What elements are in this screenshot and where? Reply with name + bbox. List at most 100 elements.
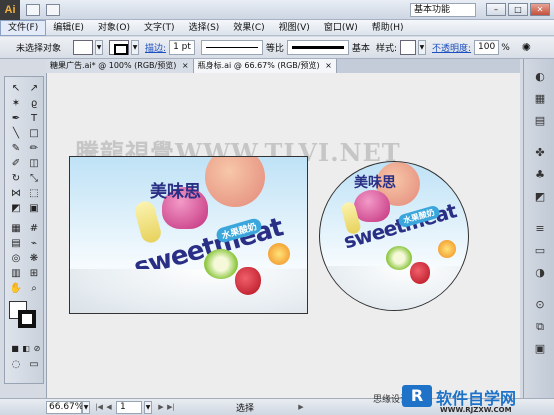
brush-definition[interactable]	[286, 40, 349, 55]
color-panel-icon[interactable]: ◐	[532, 69, 548, 85]
pencil-tool-icon[interactable]: ✏	[27, 143, 41, 155]
transparency-panel-icon[interactable]: ◑	[532, 265, 548, 281]
stroke-panel-link[interactable]: 描边:	[145, 41, 166, 54]
mesh-tool-icon[interactable]: #	[27, 223, 41, 235]
lasso-tool-icon[interactable]: ϱ	[27, 98, 41, 110]
artboard-dropdown[interactable]: ▼	[144, 400, 152, 414]
menu-select[interactable]: 选择(S)	[182, 20, 227, 36]
opacity-field[interactable]: 100	[474, 40, 500, 55]
last-artboard-button[interactable]: ▶|	[166, 401, 176, 413]
symbols-panel-icon[interactable]: ♣	[532, 167, 548, 183]
pen-tool-icon[interactable]: ✒	[9, 113, 23, 125]
hand-tool-icon[interactable]: ✋	[9, 283, 23, 295]
blob-brush-tool-icon[interactable]: ✐	[9, 158, 23, 170]
stroke-panel-icon[interactable]: ≡	[532, 221, 548, 237]
gradient-panel-icon[interactable]: ▭	[532, 243, 548, 259]
appearance-panel-icon[interactable]: ⊙	[532, 297, 548, 313]
swatches-panel-icon[interactable]: ▤	[532, 113, 548, 129]
zoom-tool-icon[interactable]: ⌕	[27, 283, 41, 295]
milk-splash-shape	[320, 266, 468, 310]
menu-effect[interactable]: 效果(C)	[226, 20, 271, 36]
artboard-canvas[interactable]: 騰龍視覺WWW.TLVI.NET 美味思 sweetmeat 水果酸奶 美味思 …	[46, 73, 520, 398]
stroke-dropdown[interactable]: ▼	[131, 40, 140, 55]
stroke-color-box[interactable]	[18, 310, 36, 328]
fill-swatch[interactable]	[73, 40, 94, 55]
style-dropdown[interactable]: ▼	[417, 40, 426, 55]
color-guide-icon[interactable]: ▦	[532, 91, 548, 107]
brand-chinese-name: 美味思	[354, 175, 396, 191]
scale-tool-icon[interactable]: ⤡	[27, 173, 41, 185]
graphic-style-swatch[interactable]	[399, 40, 416, 55]
control-bar: 未选择对象 ▼ ▼ 描边: 1 pt 等比 基本 样式: ▼ 不透明度: 100…	[0, 37, 554, 59]
circular-label-artwork[interactable]: 美味思 sweetmeat 水果酸奶	[319, 161, 469, 311]
variable-width-profile[interactable]	[200, 40, 263, 55]
menu-help[interactable]: 帮助(H)	[365, 20, 411, 36]
perspective-grid-tool-icon[interactable]: ▦	[9, 223, 23, 235]
tab-bottle-label[interactable]: 瓶身标.ai @ 66.67% (RGB/预览) ×	[193, 59, 337, 73]
artboard-tool-icon[interactable]: ⊞	[27, 268, 41, 280]
layers-panel-icon[interactable]: ⧉	[532, 319, 548, 335]
recolor-icon[interactable]: ✺	[522, 41, 531, 54]
previous-artboard-button[interactable]: ◀	[104, 401, 114, 413]
eyedropper-tool-icon[interactable]: ⌁	[27, 238, 41, 250]
stroke-weight-field[interactable]: 1 pt	[169, 40, 195, 55]
free-transform-tool-icon[interactable]: ⬚	[27, 188, 41, 200]
minimize-button[interactable]: –	[486, 3, 506, 16]
direct-selection-tool-icon[interactable]: ↗	[27, 83, 41, 95]
fill-dropdown[interactable]: ▼	[95, 40, 104, 55]
brushes-panel-icon[interactable]: ✤	[532, 145, 548, 161]
none-mode-icon[interactable]: ⊘	[30, 343, 44, 355]
menu-edit[interactable]: 编辑(E)	[46, 20, 91, 36]
close-button[interactable]: ✕	[530, 3, 550, 16]
opacity-unit: %	[501, 42, 510, 53]
maximize-button[interactable]: □	[508, 3, 528, 16]
bridge-icon[interactable]	[26, 3, 40, 16]
screen-mode-icon[interactable]: ▭	[27, 359, 41, 371]
status-menu-button[interactable]: ▶	[296, 401, 306, 413]
menu-type[interactable]: 文字(T)	[137, 20, 182, 36]
rectangle-tool-icon[interactable]: □	[27, 128, 41, 140]
column-graph-tool-icon[interactable]: ▥	[9, 268, 23, 280]
eraser-tool-icon[interactable]: ◫	[27, 158, 41, 170]
first-artboard-button[interactable]: |◀	[94, 401, 104, 413]
zoom-level-field[interactable]: 66.67%	[46, 400, 83, 414]
symbol-sprayer-tool-icon[interactable]: ❋	[27, 253, 41, 265]
line-tool-icon[interactable]: ╲	[9, 128, 23, 140]
rotate-tool-icon[interactable]: ↻	[9, 173, 23, 185]
menu-object[interactable]: 对象(O)	[91, 20, 137, 36]
graphic-styles-panel-icon[interactable]: ◩	[532, 189, 548, 205]
artboards-panel-icon[interactable]: ▣	[532, 341, 548, 357]
artboard-number-field[interactable]: 1	[116, 400, 142, 414]
strawberry-shape	[410, 262, 430, 284]
draw-mode-icon[interactable]: ◌	[9, 359, 23, 371]
tab-label: 糖果广告.ai* @ 100% (RGB/预览)	[50, 61, 177, 70]
rectangular-label-artwork[interactable]: 美味思 sweetmeat 水果酸奶	[69, 156, 308, 314]
live-paint-tool-icon[interactable]: ▣	[27, 203, 41, 215]
stroke-swatch[interactable]	[109, 40, 130, 55]
selection-tool-icon[interactable]: ↖	[9, 83, 23, 95]
close-icon[interactable]: ×	[182, 61, 189, 70]
candy-stick-shape	[132, 199, 164, 245]
gradient-tool-icon[interactable]: ▤	[9, 238, 23, 250]
menu-view[interactable]: 视图(V)	[272, 20, 317, 36]
type-tool-icon[interactable]: T	[27, 113, 41, 125]
opacity-link[interactable]: 不透明度:	[432, 41, 471, 54]
close-icon[interactable]: ×	[325, 61, 332, 70]
arrange-documents-icon[interactable]	[46, 3, 60, 16]
blend-tool-icon[interactable]: ◎	[9, 253, 23, 265]
shape-builder-tool-icon[interactable]: ◩	[9, 203, 23, 215]
app-logo: Ai	[0, 0, 20, 20]
magic-wand-tool-icon[interactable]: ✶	[9, 98, 23, 110]
menu-file[interactable]: 文件(F)	[0, 19, 47, 36]
apple-slice-shape	[386, 246, 412, 270]
zoom-dropdown[interactable]: ▼	[82, 400, 90, 414]
workspace-switcher[interactable]: 基本功能	[410, 3, 476, 17]
next-artboard-button[interactable]: ▶	[156, 401, 166, 413]
paintbrush-tool-icon[interactable]: ✎	[9, 143, 23, 155]
tools-panel: ↖ ↗ ✶ ϱ ✒ T ╲ □ ✎ ✏ ✐ ◫ ↻ ⤡ ⋈ ⬚ ◩ ▣ ▦ # …	[4, 76, 44, 384]
menu-window[interactable]: 窗口(W)	[317, 20, 365, 36]
brand-chinese-name: 美味思	[150, 182, 201, 202]
width-tool-icon[interactable]: ⋈	[9, 188, 23, 200]
title-bar: Ai 基本功能 – □ ✕	[0, 0, 554, 20]
tab-candy-ad[interactable]: 糖果广告.ai* @ 100% (RGB/预览) ×	[46, 59, 194, 73]
